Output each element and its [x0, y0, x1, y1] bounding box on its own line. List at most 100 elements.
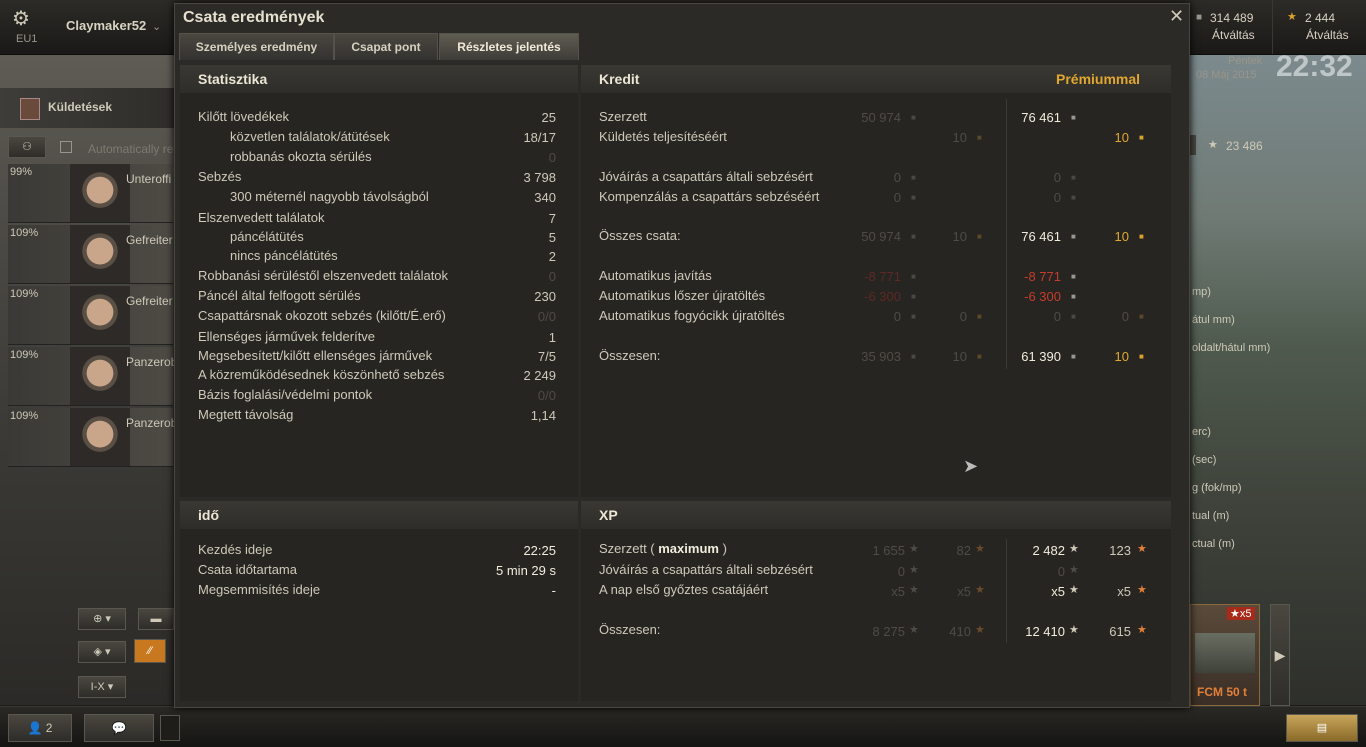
- credit-premium-value: 0: [1053, 170, 1061, 185]
- crew-member[interactable]: 109% Panzerob: [8, 408, 177, 467]
- gold-icon: ■: [977, 232, 982, 241]
- xp-star-icon: ★: [1069, 543, 1079, 555]
- bottom-bar: 👤 2 💬 ▤: [0, 706, 1366, 747]
- gold-standard-value: 10: [952, 229, 967, 244]
- xp-earned-label: Szerzett ( maximum ): [599, 541, 727, 556]
- xp-star-icon: ★: [1069, 624, 1079, 636]
- stat-value: 1,14: [530, 408, 556, 423]
- stat-value: 0/0: [537, 388, 556, 403]
- xp-earned-close: ): [722, 541, 727, 556]
- credits-exchange-link[interactable]: Átváltás: [1212, 28, 1255, 42]
- friends-button[interactable]: 👤 2: [8, 714, 72, 742]
- first-win-badge: ★x5: [1227, 607, 1255, 620]
- missions-bar[interactable]: Küldetések: [0, 88, 175, 128]
- free-xp-standard-value: x5: [957, 584, 971, 599]
- credit-premium-value: 61 390: [1021, 349, 1061, 364]
- crew-group-button[interactable]: ⚇: [8, 136, 46, 158]
- xp-standard-value: 8 275: [872, 624, 905, 639]
- free-xp-premium-value: 123: [1109, 543, 1131, 558]
- xp-standard-value: 0: [897, 564, 905, 579]
- stat-value: 340: [534, 190, 556, 205]
- auto-label: Automatically re: [88, 142, 174, 156]
- auto-checkbox[interactable]: [60, 141, 72, 153]
- crew-member[interactable]: 109% Panzerob: [8, 347, 177, 406]
- credit-label: Automatikus fogyócikk újratöltés: [599, 308, 785, 323]
- class-filter[interactable]: ◈ ▾: [78, 641, 126, 663]
- close-icon[interactable]: ✕: [1169, 6, 1184, 27]
- crew-member[interactable]: 109% Gefreiter: [8, 225, 173, 284]
- xp-label: Jóváírás a csapattárs általi sebzésért: [599, 562, 813, 577]
- stat-value: 0/0: [537, 309, 556, 324]
- credit-label: Szerzett: [599, 109, 647, 124]
- stat-value: 230: [534, 289, 556, 304]
- chat-button[interactable]: 💬: [84, 714, 154, 742]
- username[interactable]: Claymaker52: [66, 18, 146, 33]
- gold-standard-value: 0: [959, 309, 967, 324]
- notifications-button[interactable]: ▤: [1286, 714, 1358, 742]
- xp-label: Összesen:: [599, 622, 661, 637]
- gold-icon: ■: [1139, 312, 1144, 321]
- nation-filter[interactable]: ⊕ ▾: [78, 608, 126, 630]
- tab-personal[interactable]: Személyes eredmény: [179, 33, 334, 60]
- free-xp-standard-value: 410: [949, 624, 971, 639]
- xp-star-icon: ★: [1208, 139, 1218, 151]
- credit-standard-value: 50 974: [861, 110, 901, 125]
- gear-icon[interactable]: ⚙: [12, 6, 30, 31]
- credits-icon: ■: [911, 312, 916, 321]
- xp-premium-value: 0: [1057, 564, 1065, 579]
- tab-team[interactable]: Csapat pont: [334, 33, 438, 60]
- clock: 22:32: [1276, 50, 1353, 83]
- gold-exchange-link[interactable]: Átváltás: [1306, 28, 1349, 42]
- stat-label: 300 méternél nagyobb távolságból: [230, 189, 429, 204]
- gold-icon: ■: [977, 133, 982, 142]
- credits-icon: ■: [911, 193, 916, 202]
- credit-standard-value: 0: [893, 309, 901, 324]
- credits-icon: ■: [1071, 312, 1076, 321]
- avatar: [70, 408, 130, 466]
- tab-detailed[interactable]: Részletes jelentés: [439, 33, 579, 60]
- tank-card[interactable]: ★x5 FCM 50 t: [1190, 604, 1260, 706]
- xp-earned-text: Szerzett (: [599, 541, 655, 556]
- tier-filter[interactable]: I-X ▾: [78, 676, 126, 698]
- stat-value: 7: [548, 211, 556, 226]
- credits-icon: ■: [911, 232, 916, 241]
- gold-icon: ■: [1139, 232, 1144, 241]
- crew-skill: 109%: [10, 227, 39, 239]
- free-xp-star-icon: ★: [1137, 584, 1147, 596]
- spec-label: g (fok/mp): [1192, 482, 1242, 494]
- free-xp-standard-value: 82: [956, 543, 971, 558]
- chevron-down-icon[interactable]: ⌄: [152, 20, 161, 33]
- stat-label: A közreműködésednek köszönhető sebzés: [198, 367, 445, 382]
- statistics-panel: Statisztika Kilőtt lövedékek 25 közvetlen …: [180, 65, 578, 497]
- spec-label: átul mm): [1192, 314, 1235, 326]
- credit-label: Összesen:: [599, 348, 661, 363]
- crew-name: Unteroffi: [126, 172, 172, 186]
- gold-premium-value: 0: [1121, 309, 1129, 324]
- premium-filter[interactable]: ⁄⁄: [134, 639, 166, 663]
- crew-member[interactable]: 99% Unteroffi: [8, 164, 173, 223]
- credit-standard-value: -8 771: [864, 269, 901, 284]
- credits-icon: ■: [911, 173, 916, 182]
- gold-icon: ■: [1139, 352, 1144, 361]
- time-panel: idő Kezdés ideje 22:25 Csata időtartama 5 m…: [180, 501, 578, 701]
- credits-icon: ■: [1071, 352, 1076, 361]
- type-filter[interactable]: ▬: [138, 608, 174, 630]
- xp-maximum-label: maximum: [658, 541, 719, 556]
- credits-icon: ■: [1071, 193, 1076, 202]
- gold-icon: ★: [1287, 11, 1297, 23]
- stat-value: 2: [548, 249, 556, 264]
- spec-label: erc): [1192, 426, 1211, 438]
- stat-value: 0: [548, 269, 556, 284]
- gold-icon: ■: [977, 352, 982, 361]
- spec-label: mp): [1192, 286, 1211, 298]
- crew-name: Panzerob: [126, 355, 178, 369]
- credit-standard-value: 0: [893, 170, 901, 185]
- stat-label: Bázis foglalási/védelmi pontok: [198, 387, 373, 402]
- free-xp-value: 23 486: [1226, 139, 1263, 153]
- badge-label: x5: [1239, 608, 1252, 620]
- crew-member[interactable]: 109% Gefreiter: [8, 286, 173, 345]
- credit-premium-value: 76 461: [1021, 229, 1061, 244]
- stat-value: 1: [548, 330, 556, 345]
- carousel-next-button[interactable]: ▶: [1270, 604, 1290, 706]
- chat-input[interactable]: [160, 715, 180, 741]
